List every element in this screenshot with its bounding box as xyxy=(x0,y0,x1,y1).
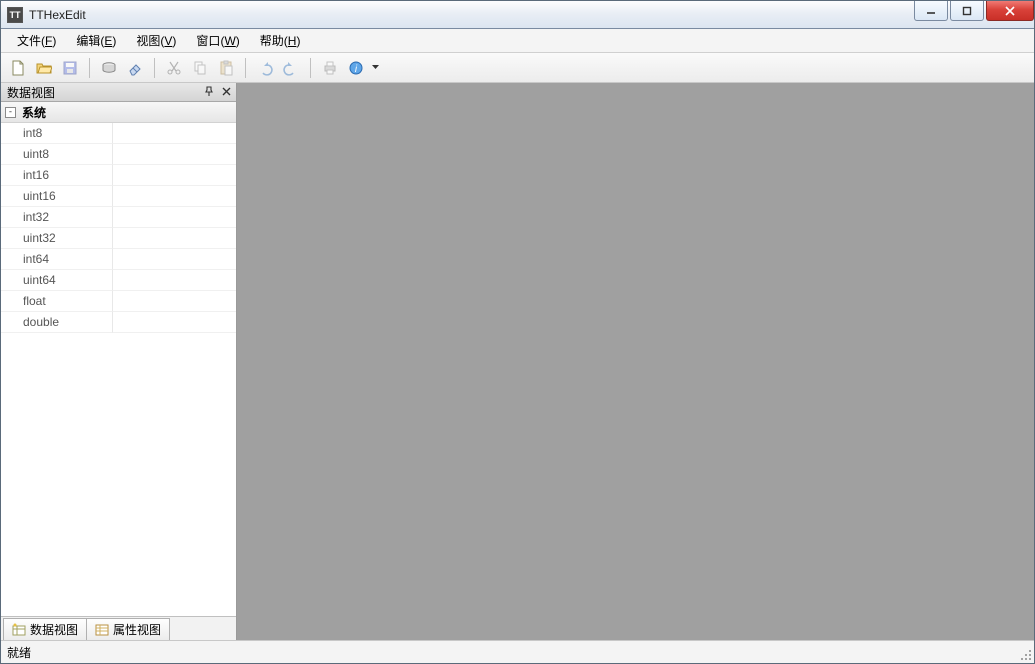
tree-group-system[interactable]: - 系统 xyxy=(1,102,236,123)
app-window: TT TTHexEdit 文件(F) 编辑(E) 视图(V) 窗口(W) 帮助(… xyxy=(0,0,1035,664)
tab-data-view[interactable]: 数据视图 xyxy=(3,618,87,640)
collapse-icon[interactable]: - xyxy=(5,107,16,118)
titlebar: TT TTHexEdit xyxy=(1,1,1034,29)
pin-icon xyxy=(204,86,214,97)
menu-view[interactable]: 视图(V) xyxy=(126,29,186,52)
close-icon xyxy=(1004,6,1016,16)
close-icon xyxy=(222,87,231,96)
new-file-icon xyxy=(10,60,26,76)
tree-row[interactable]: int64 xyxy=(1,249,236,270)
tree-row[interactable]: uint32 xyxy=(1,228,236,249)
close-button[interactable] xyxy=(986,1,1034,21)
open-disk-button[interactable] xyxy=(98,57,120,79)
data-view-icon xyxy=(12,623,26,637)
tree-row[interactable]: int8 xyxy=(1,123,236,144)
tree-row-name: int32 xyxy=(1,207,113,228)
print-button[interactable] xyxy=(319,57,341,79)
toolbar: i xyxy=(1,53,1034,83)
window-title: TTHexEdit xyxy=(29,8,86,22)
tree-row[interactable]: int16 xyxy=(1,165,236,186)
tree-row-value[interactable] xyxy=(113,186,236,207)
menu-help[interactable]: 帮助(H) xyxy=(250,29,311,52)
tree-row[interactable]: int32 xyxy=(1,207,236,228)
statusbar: 就绪 xyxy=(1,641,1034,663)
tree-row-name: int8 xyxy=(1,123,113,144)
minimize-button[interactable] xyxy=(914,1,948,21)
copy-button[interactable] xyxy=(189,57,211,79)
minimize-icon xyxy=(926,6,936,16)
data-view-pane: 数据视图 - 系统 int8uint8int16uint16int32uint3… xyxy=(1,83,237,640)
pane-title: 数据视图 xyxy=(7,84,55,101)
new-file-button[interactable] xyxy=(7,57,29,79)
help-dropdown[interactable] xyxy=(371,57,379,79)
eraser-icon xyxy=(127,60,143,76)
tree-row-value[interactable] xyxy=(113,270,236,291)
menu-file[interactable]: 文件(F) xyxy=(7,29,66,52)
print-icon xyxy=(322,60,338,76)
tree-row-name: uint16 xyxy=(1,186,113,207)
tree-row-value[interactable] xyxy=(113,123,236,144)
menu-window[interactable]: 窗口(W) xyxy=(186,29,249,52)
tree-row-value[interactable] xyxy=(113,249,236,270)
undo-button[interactable] xyxy=(254,57,276,79)
tree-row-name: double xyxy=(1,312,113,333)
toolbar-separator xyxy=(154,58,155,78)
tree-row-name: float xyxy=(1,291,113,312)
pane-header: 数据视图 xyxy=(1,83,236,102)
gripper-icon xyxy=(1019,648,1033,662)
copy-icon xyxy=(192,60,208,76)
redo-icon xyxy=(283,60,299,76)
pin-pane-button[interactable] xyxy=(201,84,216,99)
status-text: 就绪 xyxy=(7,644,31,661)
cut-icon xyxy=(166,60,182,76)
props-view-icon xyxy=(95,623,109,637)
mdi-workspace xyxy=(237,83,1034,640)
save-icon xyxy=(62,60,78,76)
toolbar-separator xyxy=(310,58,311,78)
paste-button[interactable] xyxy=(215,57,237,79)
open-memory-button[interactable] xyxy=(124,57,146,79)
chevron-down-icon xyxy=(372,65,379,70)
menu-edit[interactable]: 编辑(E) xyxy=(66,29,126,52)
tree-row-value[interactable] xyxy=(113,228,236,249)
tree-row[interactable]: uint16 xyxy=(1,186,236,207)
menubar: 文件(F) 编辑(E) 视图(V) 窗口(W) 帮助(H) xyxy=(1,29,1034,53)
tree-row-value[interactable] xyxy=(113,312,236,333)
tree-row[interactable]: float xyxy=(1,291,236,312)
tree-row-name: uint64 xyxy=(1,270,113,291)
tab-props-view[interactable]: 属性视图 xyxy=(86,618,170,640)
paste-icon xyxy=(218,60,234,76)
tree-row-name: uint32 xyxy=(1,228,113,249)
pane-tabstrip: 数据视图 属性视图 xyxy=(1,616,236,640)
toolbar-separator xyxy=(245,58,246,78)
data-tree: - 系统 int8uint8int16uint16int32uint32int6… xyxy=(1,102,236,616)
disk-icon xyxy=(101,60,117,76)
toolbar-separator xyxy=(89,58,90,78)
undo-icon xyxy=(257,60,273,76)
save-button[interactable] xyxy=(59,57,81,79)
redo-button[interactable] xyxy=(280,57,302,79)
tree-row-name: uint8 xyxy=(1,144,113,165)
info-icon: i xyxy=(348,60,364,76)
tree-row-name: int16 xyxy=(1,165,113,186)
help-button[interactable]: i xyxy=(345,57,367,79)
tree-group-label: 系统 xyxy=(22,104,46,121)
tree-row-value[interactable] xyxy=(113,165,236,186)
tree-row[interactable]: uint64 xyxy=(1,270,236,291)
tree-row-value[interactable] xyxy=(113,207,236,228)
client-area: 数据视图 - 系统 int8uint8int16uint16int32uint3… xyxy=(1,83,1034,641)
resize-gripper[interactable] xyxy=(1019,648,1033,662)
tree-row-value[interactable] xyxy=(113,291,236,312)
tree-row-value[interactable] xyxy=(113,144,236,165)
tree-row[interactable]: double xyxy=(1,312,236,333)
cut-button[interactable] xyxy=(163,57,185,79)
app-icon: TT xyxy=(7,7,23,23)
maximize-icon xyxy=(962,6,972,16)
open-file-button[interactable] xyxy=(33,57,55,79)
close-pane-button[interactable] xyxy=(219,84,234,99)
tree-row-name: int64 xyxy=(1,249,113,270)
tree-row[interactable]: uint8 xyxy=(1,144,236,165)
maximize-button[interactable] xyxy=(950,1,984,21)
open-folder-icon xyxy=(36,60,52,76)
